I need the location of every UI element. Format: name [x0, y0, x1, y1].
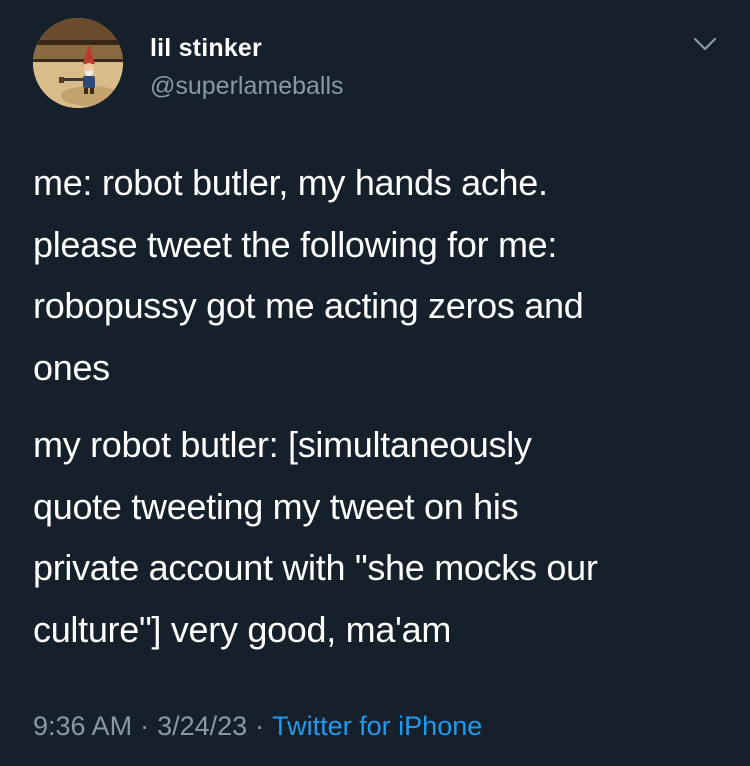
- author-handle[interactable]: @superlameballs: [150, 71, 344, 101]
- tweet-date[interactable]: 3/24/23: [157, 711, 247, 741]
- meta-separator: ·: [255, 711, 265, 741]
- chevron-down-icon[interactable]: [691, 30, 719, 58]
- tweet-header: lil stinker @superlameballs: [33, 18, 723, 108]
- author-display-name[interactable]: lil stinker: [150, 33, 344, 63]
- meta-separator: ·: [140, 711, 150, 741]
- tweet-meta: 9:36 AM · 3/24/23 · Twitter for iPhone: [33, 706, 482, 746]
- tweet: lil stinker @superlameballs me: robot bu…: [0, 0, 750, 766]
- tweet-paragraph: me: robot butler, my hands ache. please …: [33, 162, 584, 388]
- author-names: lil stinker @superlameballs: [150, 33, 344, 101]
- tweet-time[interactable]: 9:36 AM: [33, 711, 132, 741]
- tweet-source-link[interactable]: Twitter for iPhone: [272, 711, 482, 741]
- tweet-paragraph: my robot butler: [simultaneously quote t…: [33, 424, 598, 650]
- gnome-avatar-icon[interactable]: [33, 18, 123, 108]
- tweet-body: me: robot butler, my hands ache. please …: [33, 152, 723, 660]
